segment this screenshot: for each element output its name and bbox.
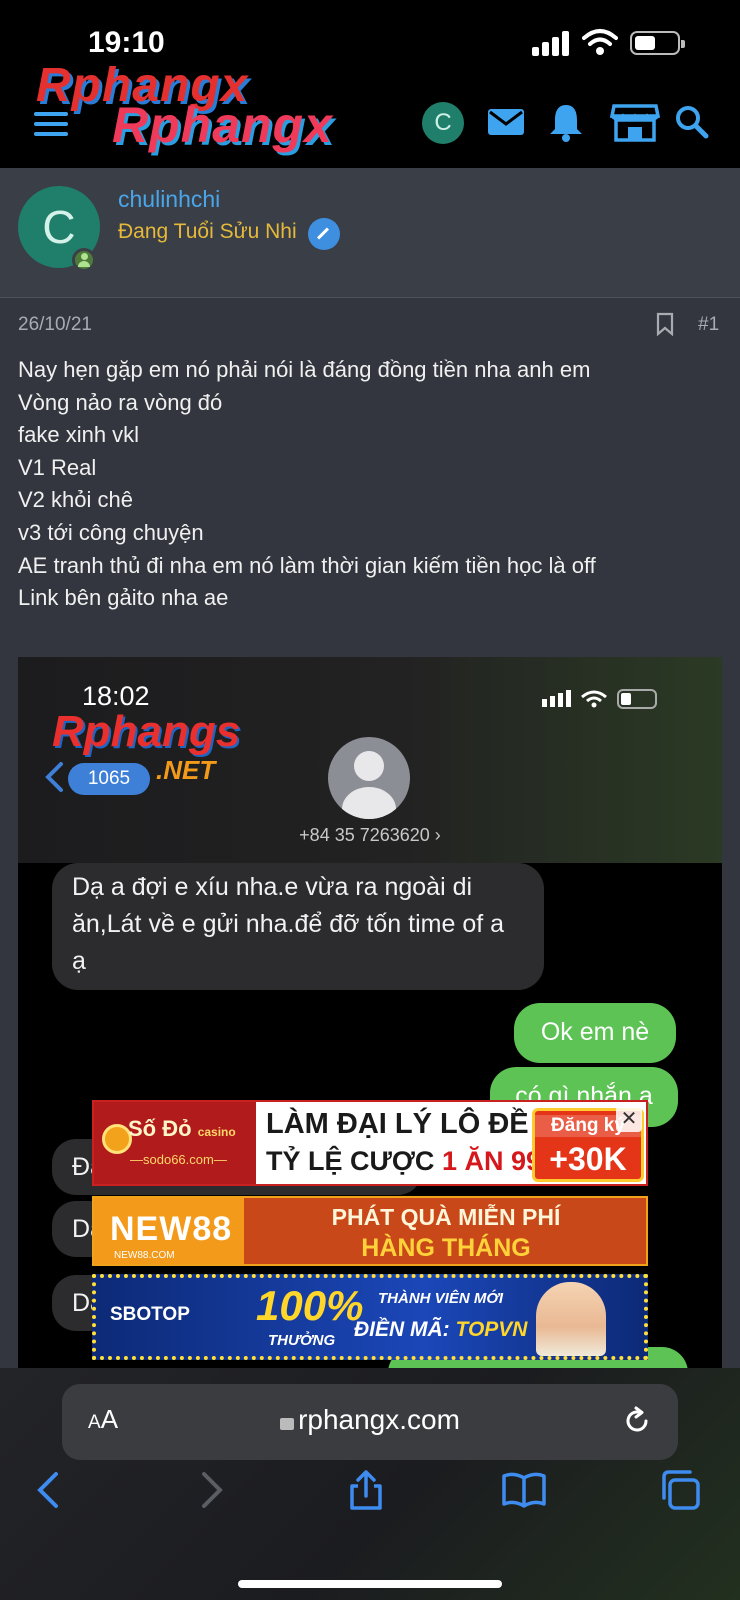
bookmarks-icon[interactable] [500,1468,548,1512]
ad-headline: PHÁT QUÀ MIỄN PHÍ [331,1204,561,1230]
forum-post: C chulinhchi Đang Tuổi Sửu Nhi 26/10/21 … [0,168,740,1377]
post-line: AE tranh thủ đi nha em nó làm thời gian … [18,552,596,578]
verified-badge-icon [308,218,340,250]
ad-brand-panel: Số Đỏ casino —sodo66.com— [94,1102,256,1184]
ad-model-image [536,1282,606,1356]
post-date[interactable]: 26/10/21 [18,314,92,336]
home-indicator [238,1580,502,1588]
site-header: Rphangx Rphangx C [0,59,740,168]
ad-subline: HÀNG THÁNG [361,1234,531,1262]
contact-avatar-icon [328,737,410,819]
post-number[interactable]: #1 [698,314,719,336]
contact-phone-number: +84 35 7263620 › [299,825,441,845]
bookmark-icon[interactable] [656,312,674,336]
ad-brand-domain: —sodo66.com— [130,1152,227,1167]
ad-bonus-percent: 100% [256,1282,364,1329]
share-icon[interactable] [344,1468,388,1512]
post-line: V1 Real [18,454,97,480]
address-url[interactable]: rphangx.com [62,1404,678,1436]
close-ad-icon[interactable]: ✕ [616,1106,642,1132]
mail-icon[interactable] [484,100,528,144]
status-time: 19:10 [88,26,165,59]
post-line: V2 khỏi chê [18,487,133,513]
attachment-status-icons [542,689,657,709]
ad-banner-sbotop[interactable]: SBOTOP 100% THƯỞNG THÀNH VIÊN MỚI ĐIỀN M… [92,1274,648,1360]
post-line: Nay hẹn gặp em nó phải nói là đáng đồng … [18,357,591,382]
post-author-bar: C chulinhchi Đang Tuổi Sửu Nhi [0,168,740,298]
ad-brand-name: NEW88 [110,1210,233,1248]
ad-brand-panel: NEW88 NEW88.COM [94,1198,244,1264]
ad-subline: ĐIỀN MÃ: TOPVN [354,1318,528,1341]
ad-brand-name: SBOTOP [110,1304,190,1325]
account-avatar[interactable]: C [422,102,464,144]
forward-icon[interactable] [188,1468,232,1512]
unread-count-badge: 1065 [68,763,150,795]
site-logo-secondary[interactable]: Rphangx [112,96,333,154]
post-line: v3 tới công chuyện [18,519,204,545]
outgoing-message: Ok em nè [514,1003,676,1063]
ad-subline: TỶ LỆ CƯỢC 1 ĂN 99.5 [266,1146,564,1176]
ad-badge-amount: +30K [549,1141,627,1177]
search-icon[interactable] [670,100,714,144]
browser-toolbar: AA rphangx.com [0,1368,740,1600]
ad-headline: THÀNH VIÊN MỚI [378,1290,504,1307]
post-body: Nay hẹn gặp em nó phải nói là đáng đồng … [18,354,718,615]
ad-brand-domain: NEW88.COM [114,1250,175,1261]
post-line: Vòng nảo ra vòng đó [18,389,223,415]
ad-brand-name: Số Đỏ casino [128,1116,236,1141]
notification-bell-icon[interactable] [544,100,588,144]
ad-headline: LÀM ĐẠI LÝ LÔ ĐỀ [266,1108,529,1140]
ad-bonus-label: THƯỞNG [268,1332,336,1349]
reload-icon[interactable] [622,1406,652,1436]
tabs-icon[interactable] [658,1468,702,1512]
battery-icon [630,31,685,55]
watermark-suffix: .NET [156,755,216,785]
incoming-message: Dạ a đợi e xíu nha.e vừa ra ngoài di ăn,… [52,863,544,990]
hamburger-menu-icon[interactable] [34,112,68,136]
store-icon[interactable] [610,100,660,144]
cellular-signal-icon [532,30,572,56]
post-line: fake xinh vkl [18,422,140,448]
lock-icon [280,1418,295,1430]
messages-header: 18:02 Rphangs .NET 1065 +84 35 7263620 › [18,657,722,863]
post-line: Link bên gảito nha ae [18,585,229,611]
online-status-icon [72,248,96,272]
author-username[interactable]: chulinhchi [118,186,220,213]
address-bar[interactable]: AA rphangx.com [62,1384,678,1460]
watermark-logo: Rphangs [52,707,241,756]
post-attachment-image[interactable]: 18:02 Rphangs .NET 1065 +84 35 7263620 ›… [18,657,722,1377]
chevron-left-icon [45,762,63,792]
author-title: Đang Tuổi Sửu Nhi [118,220,297,243]
wifi-icon [582,29,618,55]
ad-banner-sodo[interactable]: Số Đỏ casino —sodo66.com— LÀM ĐẠI LÝ LÔ … [92,1100,648,1186]
ad-banner-new88[interactable]: NEW88 NEW88.COM PHÁT QUÀ MIỄN PHÍ HÀNG T… [92,1196,648,1266]
back-icon[interactable] [28,1468,72,1512]
